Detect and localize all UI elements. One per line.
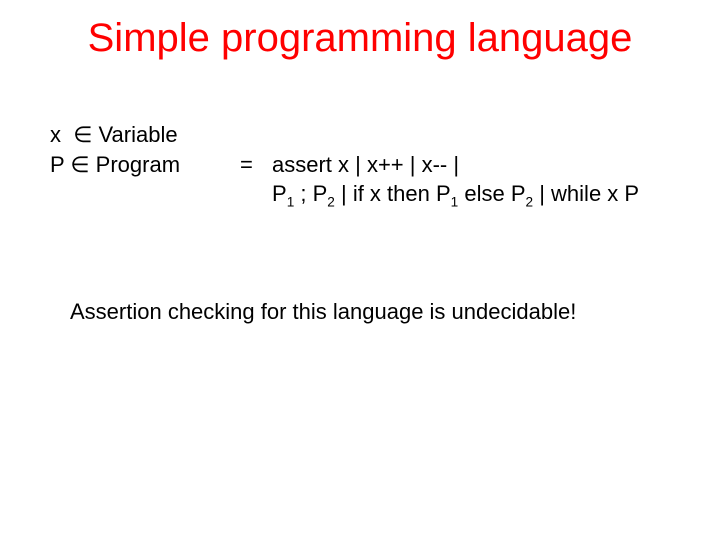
grammar-program-line: P ∈ Program = assert x | x++ | x-- | P1 … xyxy=(50,150,690,209)
sep-semi: ; xyxy=(294,181,312,206)
variable-decl: x ∈ Variable xyxy=(50,120,240,150)
grammar-variable-line: x ∈ Variable xyxy=(50,120,690,150)
while: | while x P xyxy=(533,181,639,206)
assertion-statement: Assertion checking for this language is … xyxy=(70,299,690,325)
program-rhs: assert x | x++ | x-- | P1 ; P2 | if x th… xyxy=(272,150,639,209)
slide-title: Simple programming language xyxy=(30,16,690,60)
if-then: | if x then xyxy=(335,181,436,206)
sub4: 2 xyxy=(526,195,534,210)
sub2: 2 xyxy=(327,195,335,210)
rhs-line2: P1 ; P2 | if x then P1 else P2 | while x… xyxy=(272,181,639,206)
rhs-line1: assert x | x++ | x-- | xyxy=(272,152,459,177)
p2: P xyxy=(313,181,328,206)
p4: P xyxy=(511,181,526,206)
else: else xyxy=(458,181,511,206)
slide: Simple programming language x ∈ Variable… xyxy=(0,0,720,540)
grammar-block: x ∈ Variable P ∈ Program = assert x | x+… xyxy=(50,120,690,209)
equals-sign: = xyxy=(240,150,272,180)
p3: P xyxy=(436,181,451,206)
program-lhs: P ∈ Program xyxy=(50,150,240,180)
p1: P xyxy=(272,181,287,206)
